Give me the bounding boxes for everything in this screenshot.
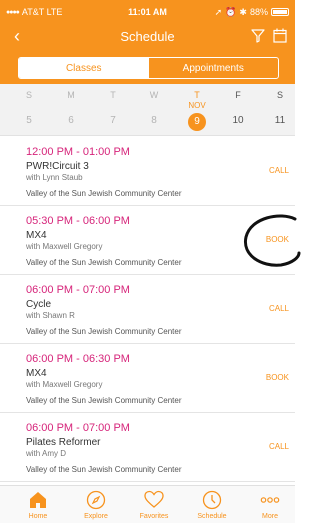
location-icon: ➚ (214, 6, 223, 17)
class-list: 12:00 PM - 01:00 PM PWR!Circuit 3 with L… (0, 137, 295, 482)
day-date: 7 (110, 115, 116, 126)
day-date-selected: 9 (188, 113, 206, 131)
bluetooth-icon: ✱ (239, 6, 247, 17)
signal-icon: ●●●● (6, 8, 20, 16)
status-right: ➚ ⏰ ✱ 88% (195, 7, 289, 18)
day-date: 11 (274, 115, 286, 126)
class-item[interactable]: 06:00 PM - 06:30 PM MX4 with Maxwell Gre… (0, 344, 295, 413)
day-date: 10 (232, 115, 244, 126)
status-bar: ●●●● AT&T LTE 11:01 AM ➚ ⏰ ✱ 88% (0, 0, 295, 24)
more-icon (260, 497, 280, 503)
tab-more[interactable]: More (242, 486, 298, 523)
class-time: 06:00 PM - 06:30 PM (26, 353, 130, 365)
day-name: W (149, 90, 159, 100)
heart-icon (144, 490, 164, 508)
class-name: PWR!Circuit 3 (26, 161, 89, 172)
clock-icon (202, 490, 222, 510)
class-time: 06:00 PM - 07:00 PM (26, 284, 130, 296)
day-name: F (235, 90, 241, 100)
month-label: NOV (188, 101, 206, 110)
tab-home[interactable]: Home (10, 486, 66, 523)
tab-label: More (262, 513, 278, 520)
class-location: Valley of the Sun Jewish Community Cente… (26, 465, 182, 474)
tab-schedule[interactable]: Schedule (184, 486, 240, 523)
class-instructor: with Amy D (26, 449, 67, 458)
week-strip: S 5 M 6 T 7 W 8 T NOV 9 F 10 S 11 (0, 84, 295, 136)
class-time: 06:00 PM - 07:00 PM (26, 422, 130, 434)
class-item[interactable]: 12:00 PM - 01:00 PM PWR!Circuit 3 with L… (0, 137, 295, 206)
class-instructor: with Maxwell Gregory (26, 380, 103, 389)
nav-bar: ‹ Schedule (0, 24, 295, 52)
day-date: 5 (26, 115, 32, 126)
class-location: Valley of the Sun Jewish Community Cente… (26, 327, 182, 336)
segmented-control: Classes Appointments (18, 57, 279, 79)
class-time: 12:00 PM - 01:00 PM (26, 146, 130, 158)
tab-label: Schedule (197, 513, 227, 520)
calendar-icon[interactable] (273, 28, 287, 43)
class-name: MX4 (26, 230, 47, 241)
class-location: Valley of the Sun Jewish Community Cente… (26, 258, 182, 267)
class-location: Valley of the Sun Jewish Community Cente… (26, 396, 182, 405)
class-instructor: with Lynn Staub (26, 173, 83, 182)
battery-icon (270, 8, 289, 16)
class-item[interactable]: 05:30 PM - 06:00 PM MX4 with Maxwell Gre… (0, 206, 295, 275)
class-instructor: with Maxwell Gregory (26, 242, 103, 251)
carrier-label: AT&T LTE (21, 7, 63, 17)
tab-label: Favorites (139, 513, 169, 520)
day-name: T (194, 90, 200, 100)
bottom-tab-bar: Home Explore Favorites Schedule More (0, 485, 295, 523)
tab-appointments[interactable]: Appointments (149, 58, 279, 78)
tab-label: Home (28, 513, 48, 520)
battery-percent: 88% (249, 7, 268, 17)
day-name: M (67, 90, 75, 100)
class-time: 05:30 PM - 06:00 PM (26, 215, 130, 227)
home-icon (30, 492, 46, 508)
day-name: S (276, 90, 283, 100)
filter-icon[interactable] (251, 29, 265, 43)
tab-favorites[interactable]: Favorites (126, 486, 182, 523)
class-location: Valley of the Sun Jewish Community Cente… (26, 189, 182, 198)
tab-explore[interactable]: Explore (68, 486, 124, 523)
segment-bar: Classes Appointments (0, 52, 295, 84)
call-button[interactable]: CALL (269, 442, 289, 451)
alarm-icon: ⏰ (225, 6, 237, 17)
status-time: 11:01 AM (128, 7, 167, 17)
book-button[interactable]: BOOK (266, 235, 289, 244)
class-instructor: with Shawn R (26, 311, 75, 320)
call-button[interactable]: CALL (269, 166, 289, 175)
tab-label: Explore (84, 513, 108, 520)
day-name: S (25, 90, 32, 100)
tab-classes[interactable]: Classes (19, 58, 149, 78)
class-item[interactable]: 06:00 PM - 07:00 PM Cycle with Shawn R V… (0, 275, 295, 344)
class-item[interactable]: 06:00 PM - 07:00 PM Pilates Reformer wit… (0, 413, 295, 482)
class-name: Cycle (26, 299, 52, 310)
book-button[interactable]: BOOK (266, 373, 289, 382)
compass-icon (86, 490, 106, 510)
class-name: Pilates Reformer (26, 437, 101, 448)
day-date: 6 (68, 115, 74, 126)
status-left: ●●●● AT&T LTE (6, 7, 100, 17)
day-name: T (110, 90, 116, 100)
call-button[interactable]: CALL (269, 304, 289, 313)
class-name: MX4 (26, 368, 47, 379)
day-date: 8 (151, 115, 157, 126)
